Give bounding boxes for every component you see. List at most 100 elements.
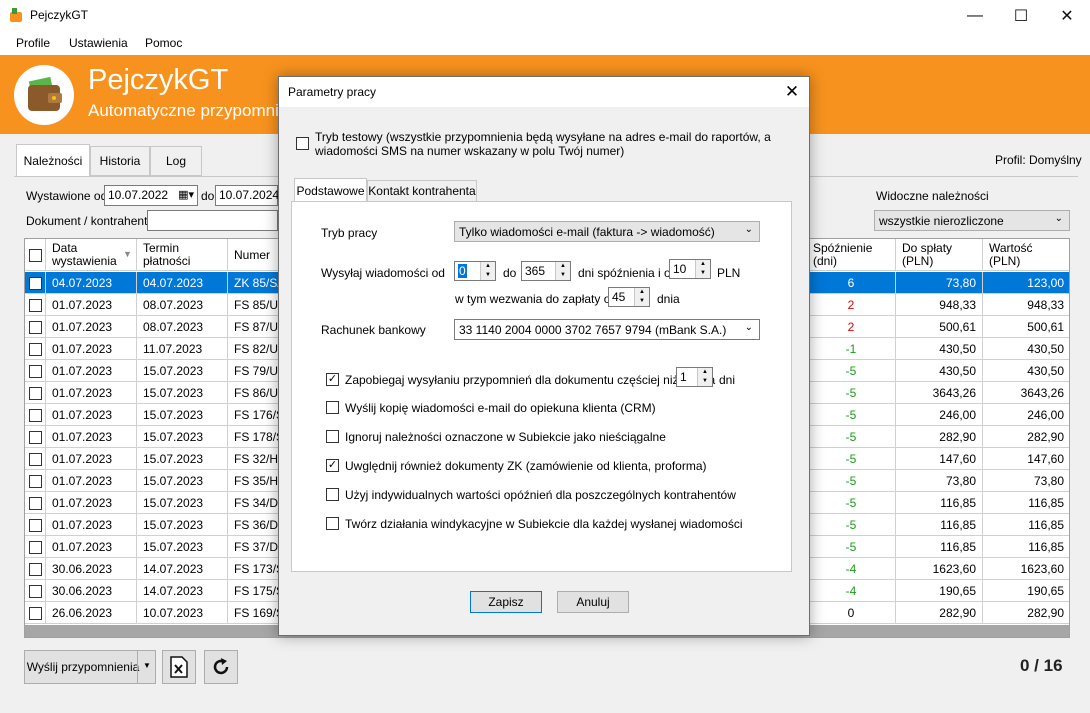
option-label: Uwględnij również dokumenty ZK (zamówien… (345, 459, 707, 473)
split-divider (137, 651, 138, 683)
row-checkbox[interactable] (29, 343, 42, 356)
stepper-arrows-icon[interactable]: ▲ ▼ (555, 262, 570, 280)
save-button[interactable]: Zapisz (470, 591, 542, 613)
menu-settings[interactable]: Ustawienia (69, 36, 128, 50)
row-checkbox[interactable] (29, 497, 42, 510)
document-search-input[interactable] (147, 210, 278, 231)
date-to-picker[interactable]: 10.07.2024 (215, 185, 280, 206)
header-value[interactable]: Wartość (PLN) (983, 239, 1069, 271)
row-checkbox-cell (25, 338, 46, 360)
send-from-label: Wysyłaj wiadomości od (321, 266, 445, 280)
basic-settings-panel: Tryb pracy Tylko wiadomości e-mail (fakt… (291, 201, 792, 572)
stepper-arrows-icon[interactable]: ▲ ▼ (480, 262, 495, 280)
row-checkbox-cell (25, 360, 46, 382)
row-checkbox[interactable] (29, 607, 42, 620)
summons-days-stepper[interactable]: 45 ▲ ▼ (608, 287, 650, 307)
row-checkbox[interactable] (29, 365, 42, 378)
days-late-label: dni spóźnienia i od (578, 266, 678, 280)
cell-date: 01.07.2023 (46, 514, 137, 536)
from-days-stepper[interactable]: 0 ▲ ▼ (454, 261, 496, 281)
tab-contractor-contact[interactable]: Kontakt kontrahenta (367, 180, 477, 202)
chevron-down-icon: ⌄ (1054, 213, 1063, 224)
row-checkbox[interactable] (29, 387, 42, 400)
row-checkbox[interactable] (29, 431, 42, 444)
row-checkbox[interactable] (29, 585, 42, 598)
date-from-picker[interactable]: 10.07.2022 ▦▾ (104, 185, 198, 206)
cell-due: 10.07.2023 (137, 602, 228, 624)
cell-value: 282,90 (983, 602, 1069, 624)
row-checkbox[interactable] (29, 453, 42, 466)
bank-account-label: Rachunek bankowy (321, 323, 426, 337)
cell-delay: 2 (807, 316, 896, 338)
mode-select[interactable]: Tylko wiadomości e-mail (faktura -> wiad… (454, 221, 760, 242)
cell-to-pay: 73,80 (896, 470, 983, 492)
maximize-button[interactable]: ☐ (998, 0, 1044, 31)
dropdown-arrow-icon[interactable]: ▼ (143, 661, 151, 670)
test-mode-label: Tryb testowy (wszystkie przypomnienia bę… (315, 130, 771, 158)
cell-delay: -4 (807, 580, 896, 602)
bank-account-select[interactable]: 33 1140 2004 0000 3702 7657 9794 (mBank … (454, 319, 760, 340)
cell-due: 15.07.2023 (137, 360, 228, 382)
stepper-arrows-icon[interactable]: ▲ ▼ (634, 288, 649, 306)
menu-profile[interactable]: Profile (16, 36, 50, 50)
cell-value: 116,85 (983, 514, 1069, 536)
send-reminders-button[interactable]: Wyślij przypomnienia ▼ (24, 650, 156, 684)
profile-label: Profil: Domyślny (995, 153, 1082, 167)
date-to-value: 10.07.2024 (219, 188, 280, 202)
cancel-button[interactable]: Anuluj (557, 591, 629, 613)
row-checkbox[interactable] (29, 563, 42, 576)
row-checkbox[interactable] (29, 475, 42, 488)
option-checkbox[interactable]: ✓ (326, 459, 339, 472)
wallet-logo-icon (14, 65, 74, 125)
refresh-button[interactable] (204, 650, 238, 684)
close-button[interactable]: ✕ (1044, 0, 1090, 31)
row-checkbox[interactable] (29, 541, 42, 554)
prevent-days-stepper[interactable]: 1 ▲ ▼ (676, 367, 713, 387)
cell-due: 15.07.2023 (137, 492, 228, 514)
option-checkbox[interactable] (326, 488, 339, 501)
option-checkbox[interactable] (326, 401, 339, 414)
menu-help[interactable]: Pomoc (145, 36, 182, 50)
tab-log[interactable]: Log (150, 146, 202, 176)
visible-receivables-select[interactable]: wszystkie nierozliczone ⌄ (874, 210, 1070, 231)
tab-receivables[interactable]: Należności (16, 144, 90, 176)
cell-due: 15.07.2023 (137, 536, 228, 558)
to-days-stepper[interactable]: 365 ▲ ▼ (521, 261, 571, 281)
dialog-close-icon[interactable]: ✕ (779, 80, 805, 104)
test-mode-checkbox[interactable] (296, 137, 309, 150)
min-amount-stepper[interactable]: 10 ▲ ▼ (669, 259, 711, 279)
calendar-icon[interactable]: ▦▾ (178, 188, 194, 201)
cell-due: 11.07.2023 (137, 338, 228, 360)
row-checkbox[interactable] (29, 409, 42, 422)
cell-value: 500,61 (983, 316, 1069, 338)
row-checkbox[interactable] (29, 321, 42, 334)
select-all-cell (25, 239, 46, 271)
cell-date: 26.06.2023 (46, 602, 137, 624)
cell-due: 14.07.2023 (137, 558, 228, 580)
cell-value: 190,65 (983, 580, 1069, 602)
option-checkbox[interactable] (326, 517, 339, 530)
row-checkbox[interactable] (29, 299, 42, 312)
header-delay[interactable]: Spóźnienie (dni) (807, 239, 896, 271)
cell-due: 15.07.2023 (137, 426, 228, 448)
tab-history[interactable]: Historia (90, 146, 150, 176)
select-all-checkbox[interactable] (29, 249, 42, 262)
banner-title: PejczykGT (88, 64, 229, 96)
header-due-date[interactable]: Termin płatności (137, 239, 228, 271)
cell-date: 01.07.2023 (46, 338, 137, 360)
tab-basic[interactable]: Podstawowe (294, 178, 367, 202)
export-excel-button[interactable] (162, 650, 196, 684)
row-checkbox[interactable] (29, 519, 42, 532)
cell-value: 282,90 (983, 426, 1069, 448)
date-to-label: do (201, 189, 215, 203)
stepper-arrows-icon[interactable]: ▲ ▼ (695, 260, 710, 278)
minimize-button[interactable]: — (952, 0, 998, 31)
cell-value: 430,50 (983, 360, 1069, 382)
stepper-arrows-icon[interactable]: ▲ ▼ (697, 368, 712, 386)
header-to-pay[interactable]: Do spłaty (PLN) (896, 239, 983, 271)
option-checkbox[interactable] (326, 430, 339, 443)
prevent-frequent-checkbox[interactable]: ✓ (326, 373, 339, 386)
row-checkbox[interactable] (29, 277, 42, 290)
chevron-down-icon: ⌄ (744, 322, 753, 333)
cell-value: 1623,60 (983, 558, 1069, 580)
